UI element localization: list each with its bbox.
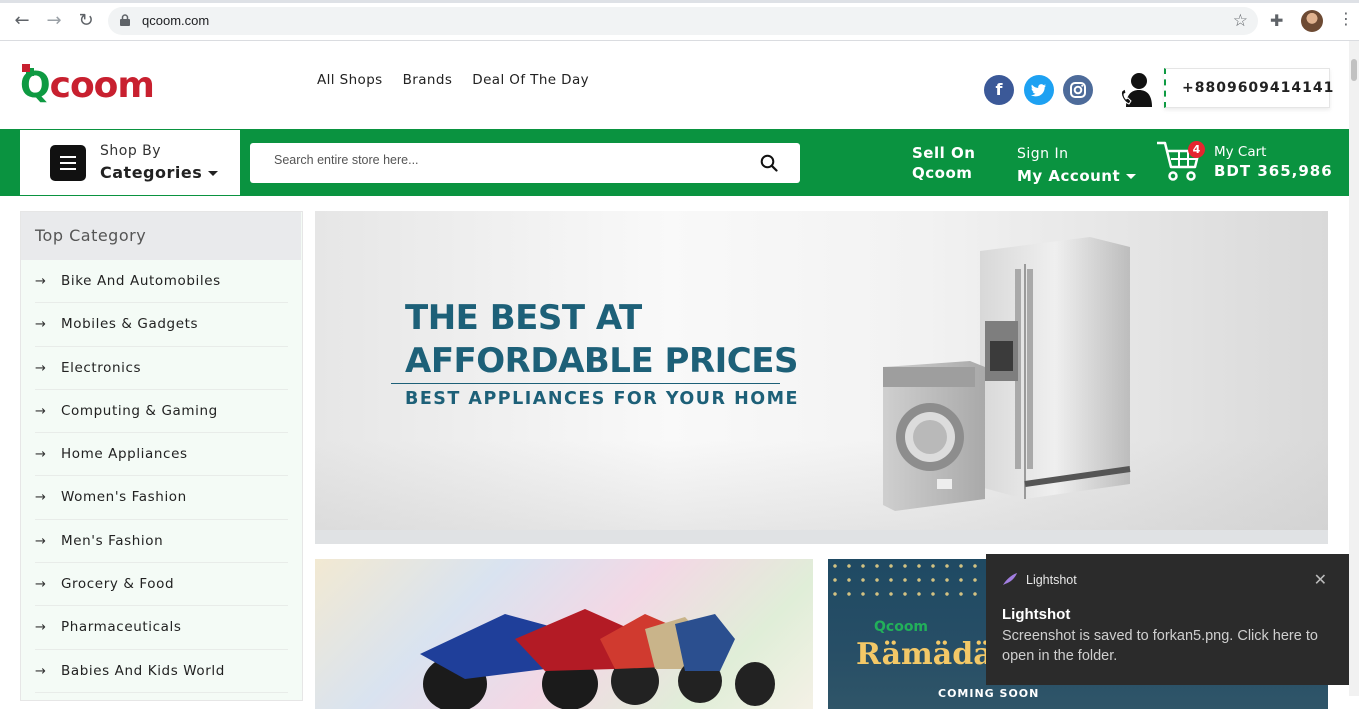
arrow-right-icon: → [35,360,47,376]
bikes-promo-banner[interactable] [315,559,813,709]
hero-line1: THE BEST AT [405,298,642,338]
my-account-label: My Account [1017,165,1137,187]
top-category-sidebar: Top Category → Bike And Automobiles → Mobi… [20,211,303,701]
caret-down-icon [208,171,219,176]
arrow-right-icon: → [35,447,47,463]
lock-icon [120,14,130,26]
category-item-pharmaceuticals[interactable]: → Pharmaceuticals [35,606,288,650]
hero-divider [391,383,780,384]
browser-menu-icon[interactable]: ⋮ [1338,9,1354,28]
sign-in-label: Sign In [1017,146,1069,162]
address-bar[interactable]: qcoom.com ☆ [108,7,1258,35]
appliances-illustration [883,237,1131,511]
shop-by-label: Shop By [100,143,162,159]
twitter-icon[interactable] [1024,75,1054,105]
back-button[interactable]: ← [10,9,34,33]
reload-button[interactable]: ↻ [74,9,98,33]
category-item-computing-gaming[interactable]: → Computing & Gaming [35,390,288,434]
promo-brand: Qcoom [874,619,929,635]
arrow-right-icon: → [35,577,47,593]
categories-label: Categories [100,163,219,182]
category-item-mobiles-gadgets[interactable]: → Mobiles & Gadgets [35,303,288,347]
hero-banner[interactable]: THE BEST AT AFFORDABLE PRICES BEST APPLI… [315,211,1328,544]
cart-label: My Cart [1214,144,1267,160]
forward-button[interactable]: → [42,9,66,33]
sell-line2: Qcoom [912,164,973,182]
category-item-mens-fashion[interactable]: → Men's Fashion [35,520,288,564]
top-nav: All Shops Brands Deal Of The Day [317,72,589,88]
nav-deal-of-the-day[interactable]: Deal Of The Day [472,72,589,88]
motorbikes-illustration [420,609,775,709]
category-item-grocery-food[interactable]: → Grocery & Food [35,563,288,607]
arrow-right-icon: → [35,620,47,636]
category-item-home-appliances[interactable]: → Home Appliances [35,433,288,477]
toast-message[interactable]: Screenshot is saved to forkan5.png. Clic… [1002,626,1337,666]
page-scrollbar[interactable] [1349,41,1359,696]
hero-line2: AFFORDABLE PRICES [405,341,798,381]
nav-brands[interactable]: Brands [403,72,453,88]
qcoom-logo[interactable]: Qcoom [20,64,155,106]
category-item-womens-fashion[interactable]: → Women's Fashion [35,476,288,520]
phone-number[interactable]: +8809609414141 [1164,68,1333,108]
search-icon[interactable] [760,154,778,172]
browser-toolbar: ← → ↻ qcoom.com ☆ ✚ ⋮ [0,0,1359,41]
category-item-babies-and-kids-world[interactable]: → Babies And Kids World [35,650,288,693]
instagram-icon[interactable] [1063,75,1093,105]
list-menu-icon [50,145,86,181]
toast-title: Lightshot [1002,606,1071,623]
logo-mark [22,64,30,72]
scrollbar-thumb[interactable] [1351,59,1357,81]
arrow-right-icon: → [35,533,47,549]
category-list: → Bike And Automobiles → Mobiles & Gadgets… [21,260,302,693]
site-header: Qcoom All Shops Brands Deal Of The Day f… [0,41,1359,129]
arrow-right-icon: → [35,490,47,506]
close-icon[interactable]: ✕ [1314,570,1327,590]
sell-on-qcoom-link[interactable]: Sell On Qcoom [912,143,975,183]
lightshot-notification[interactable]: Lightshot ✕ Lightshot Screenshot is save… [986,554,1349,685]
search-box [250,143,800,183]
arrow-right-icon: → [35,274,47,289]
hero-headline: THE BEST AT AFFORDABLE PRICES [405,297,798,383]
phone-support-icon [1121,73,1152,107]
arrow-right-icon: → [35,317,47,333]
lightshot-feather-icon [1003,573,1017,585]
category-item-electronics[interactable]: → Electronics [35,347,288,390]
promo-coming-soon: COMING SOON [938,687,1040,700]
sell-line1: Sell On [912,144,976,162]
bookmark-star-icon[interactable]: ☆ [1233,11,1248,31]
main-toolbar: Shop By Categories Sell On Qcoom Sign In… [0,129,1359,196]
tab-strip-edge [0,0,1359,3]
nav-all-shops[interactable]: All Shops [317,72,383,88]
profile-avatar[interactable] [1301,10,1323,32]
hero-floor [315,530,1328,544]
caret-down-icon [1126,174,1137,179]
cart-total: BDT 365,986 [1214,162,1333,180]
account-menu[interactable]: Sign In My Account [1017,143,1137,187]
search-input[interactable] [274,153,744,167]
cart-count-badge: 4 [1188,141,1205,158]
extensions-puzzle-icon[interactable]: ✚ [1270,11,1283,30]
arrow-right-icon: → [35,403,47,419]
toast-app-name: Lightshot [1026,573,1077,587]
sidebar-title: Top Category [21,212,301,260]
category-item-bike-and-automobiles[interactable]: → Bike And Automobiles [35,260,288,304]
url-text: qcoom.com [142,13,210,28]
facebook-icon[interactable]: f [984,75,1014,105]
logo-text: coom [49,65,155,106]
hero-floor-shade [315,440,1328,530]
cart-summary[interactable]: My Cart BDT 365,986 [1214,144,1333,180]
shop-by-categories-button[interactable]: Shop By Categories [20,130,240,195]
arrow-right-icon: → [35,663,47,679]
hero-subline: BEST APPLIANCES FOR YOUR HOME [405,389,799,409]
